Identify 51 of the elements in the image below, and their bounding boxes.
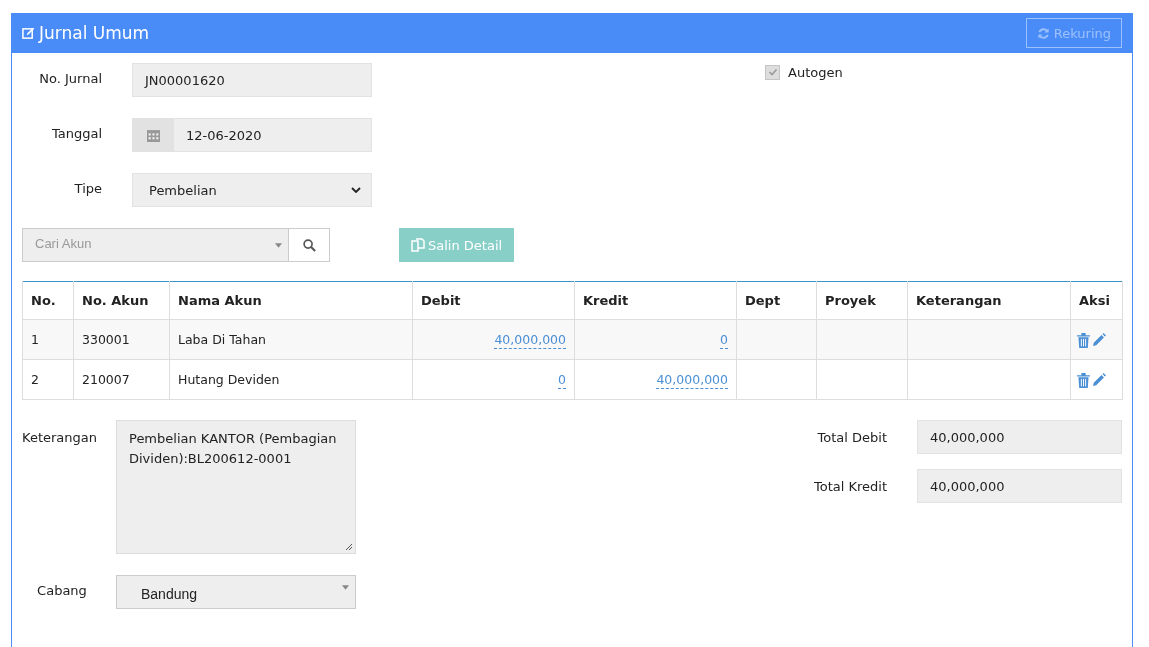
total-field: 40,000,000 [917,420,1122,454]
search-icon [302,238,316,252]
column-header: Debit [412,281,575,320]
debit-link[interactable]: 0 [558,372,566,389]
column-header: Aksi [1070,281,1123,320]
table-cell: Hutang Deviden [169,359,413,400]
caret-icon [342,584,349,590]
total-label: Total Kredit [812,478,887,494]
calendar-icon [147,128,160,142]
caret-icon [275,242,282,248]
field-label: No. Jurnal [38,70,102,86]
branch-select[interactable]: Bandung [116,575,356,609]
resize-grip-icon [345,543,353,551]
date-field[interactable]: 12-06-2020 [132,118,372,152]
column-header: No. [22,281,74,320]
table-cell: Laba Di Tahan [169,319,413,360]
column-header: No. Akun [73,281,170,320]
chevron-down-icon [351,187,361,193]
field-label: Tipe [73,180,102,196]
column-header: Keterangan [907,281,1071,320]
column-header: Kredit [574,281,737,320]
branch-label: Cabang [36,582,88,598]
edit-icon [22,26,35,40]
autogen-label: Autogen [788,64,843,80]
trash-icon[interactable] [1077,332,1090,348]
column-header: Nama Akun [169,281,413,320]
pencil-icon[interactable] [1092,333,1106,347]
credit-link[interactable]: 0 [720,332,728,349]
notes-label: Keterangan [22,429,98,445]
search-button[interactable] [289,228,330,262]
total-label: Total Debit [816,429,887,445]
table-cell: 1 [22,319,74,360]
total-field: 40,000,000 [917,469,1122,503]
table-cell: 2 [22,359,74,400]
trash-icon[interactable] [1077,372,1090,388]
debit-link[interactable]: 40,000,000 [494,332,566,349]
panel-title: Jurnal Umum [39,23,150,43]
column-header: Dept [736,281,817,320]
table-cell: 210007 [73,359,170,400]
copy-icon [411,238,425,252]
notes-textarea[interactable]: Pembelian KANTOR (Pembagian Dividen):BL200612-0001 [116,420,356,554]
refresh-icon [1036,26,1050,40]
journal-number-field[interactable]: JN00001620 [132,63,372,97]
account-search-select[interactable]: Cari Akun [22,228,289,262]
table-cell: 330001 [73,319,170,360]
column-header: Proyek [816,281,908,320]
type-select[interactable]: Pembelian [132,173,372,207]
check-icon [767,67,778,77]
credit-link[interactable]: 40,000,000 [656,372,728,389]
pencil-icon[interactable] [1092,373,1106,387]
field-label: Tanggal [50,125,102,141]
